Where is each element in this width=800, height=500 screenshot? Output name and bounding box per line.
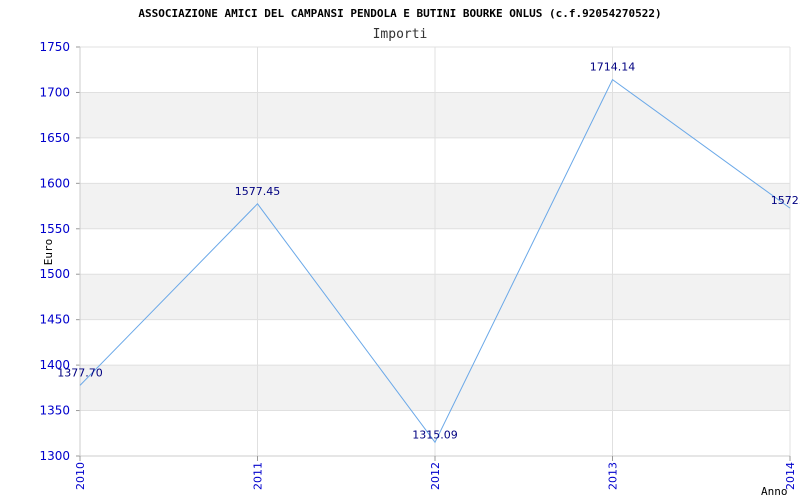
x-tick-label: 2011 bbox=[252, 462, 265, 490]
data-label: 1577.45 bbox=[235, 185, 281, 198]
y-tick-label: 1450 bbox=[39, 313, 70, 327]
x-tick-label: 2013 bbox=[607, 462, 620, 490]
y-tick-label: 1350 bbox=[39, 404, 70, 418]
chart-subtitle: Importi bbox=[373, 27, 428, 42]
chart-title: ASSOCIAZIONE AMICI DEL CAMPANSI PENDOLA … bbox=[138, 7, 661, 20]
y-tick-label: 1700 bbox=[39, 85, 70, 99]
y-axis-label: Euro bbox=[42, 239, 55, 266]
x-axis-label: Anno bbox=[761, 485, 788, 498]
line-chart: 1300135014001450150015501600165017001750… bbox=[39, 7, 800, 498]
y-tick-label: 1550 bbox=[39, 222, 70, 236]
data-label: 1315.09 bbox=[412, 428, 458, 441]
x-axis-ticks: 2010 2011 2012 2013 2014 bbox=[74, 462, 797, 490]
data-label: 1714.14 bbox=[590, 61, 636, 74]
y-tick-label: 1300 bbox=[39, 449, 70, 463]
y-tick-label: 1650 bbox=[39, 131, 70, 145]
data-label: 1572.7 bbox=[771, 194, 800, 207]
y-tick-label: 1500 bbox=[39, 267, 70, 281]
x-tick-label: 2012 bbox=[429, 462, 442, 490]
data-label: 1377.70 bbox=[57, 366, 103, 379]
y-tick-label: 1600 bbox=[39, 176, 70, 190]
x-tick-label: 2010 bbox=[74, 462, 87, 490]
y-tick-label: 1750 bbox=[39, 40, 70, 54]
